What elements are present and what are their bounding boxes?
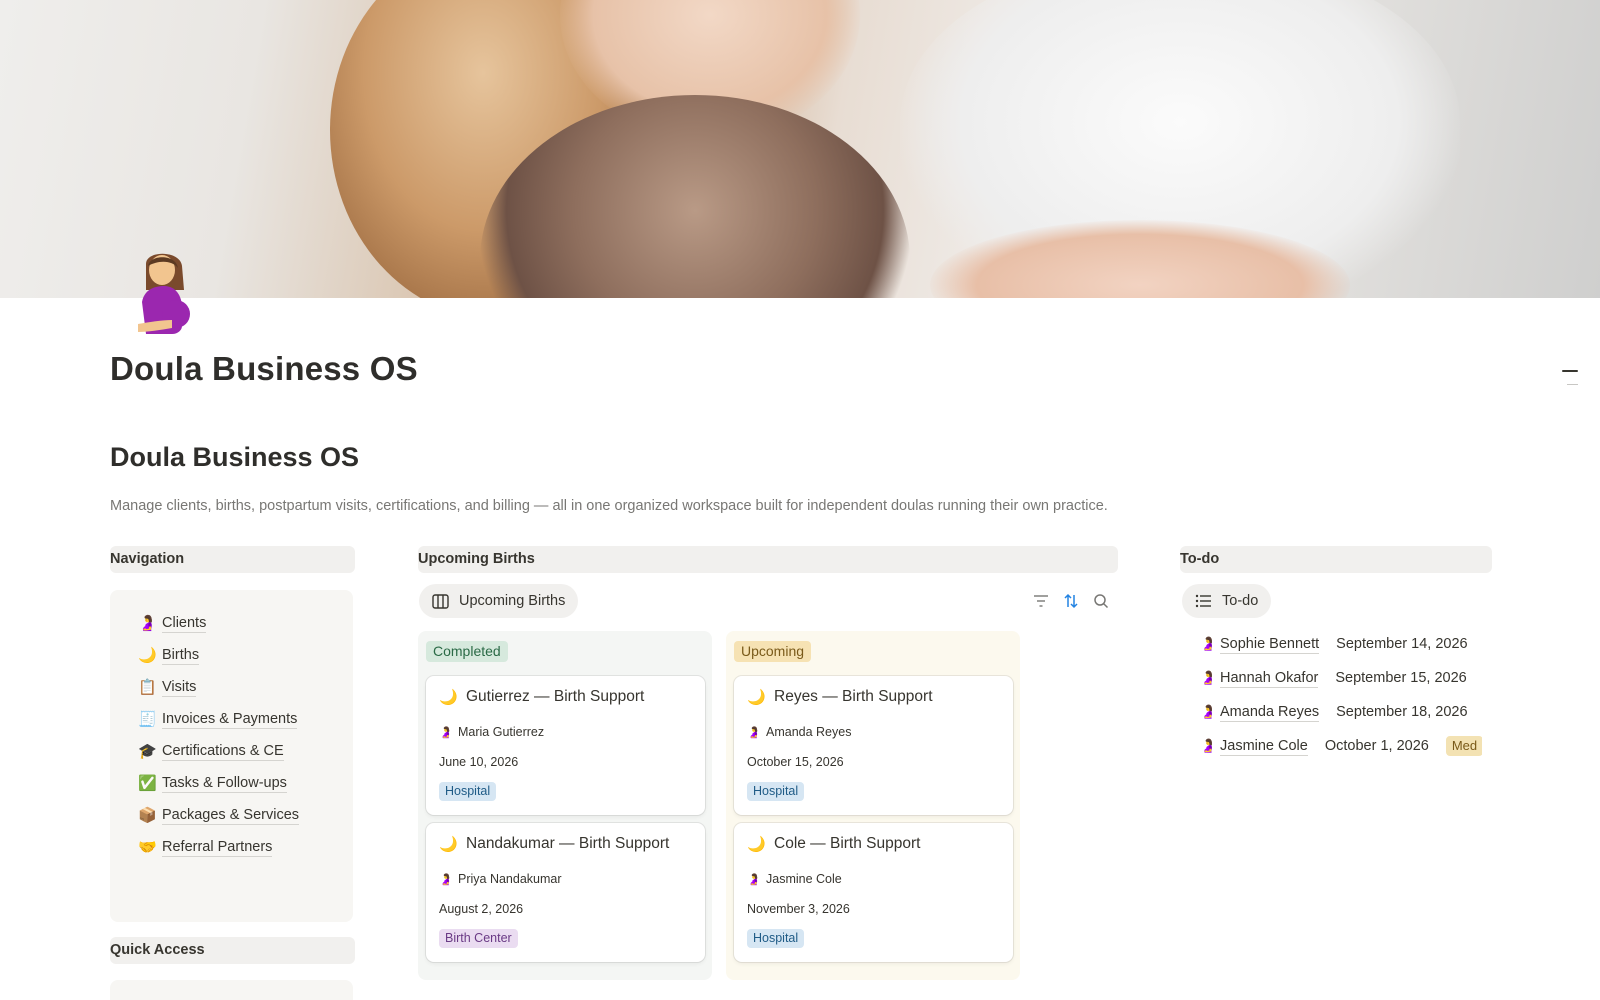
crescent-moon-icon: 🌙 <box>747 689 766 706</box>
receipt-icon: 🧾 <box>138 711 157 728</box>
pregnant-woman-icon: 🤰 <box>439 873 453 886</box>
location-tag: Hospital <box>747 782 805 801</box>
pregnant-woman-icon: 🤰 <box>1200 636 1217 651</box>
page-description: Manage clients, births, postpartum visit… <box>110 498 1108 514</box>
crescent-moon-icon: 🌙 <box>439 689 458 706</box>
card-date: August 2, 2026 <box>439 902 524 916</box>
card-client: Jasmine Cole <box>766 872 842 886</box>
nav-item-tasks-follow-ups[interactable]: ✅ Tasks & Follow-ups <box>138 772 287 794</box>
card-title: Reyes — Birth Support <box>774 688 933 705</box>
section-heading: Doula Business OS <box>110 442 360 472</box>
todo-list: 🤰 Sophie Bennett September 14, 2026 🤰 Ha… <box>1180 628 1482 788</box>
upcoming-births-view-tab[interactable]: Upcoming Births <box>419 584 579 618</box>
board-card[interactable]: 🌙 Reyes — Birth Support 🤰 Amanda Reyes O… <box>734 676 1013 815</box>
card-client: Priya Nandakumar <box>458 872 562 886</box>
clipboard-icon: 📋 <box>138 679 157 696</box>
card-title: Gutierrez — Birth Support <box>466 688 645 705</box>
crescent-moon-icon: 🌙 <box>138 647 157 664</box>
quick-access-callout <box>110 980 353 1000</box>
search-icon[interactable] <box>1092 592 1110 610</box>
nav-item-invoices-payments[interactable]: 🧾 Invoices & Payments <box>138 708 298 730</box>
nav-item-certifications-ce[interactable]: 🎓 Certifications & CE <box>138 740 284 762</box>
board-card[interactable]: 🌙 Gutierrez — Birth Support 🤰 Maria Guti… <box>426 676 705 815</box>
nav-item-packages-services[interactable]: 📦 Packages & Services <box>138 804 300 826</box>
pregnant-woman-icon: 🤰 <box>439 726 453 739</box>
list-item[interactable]: 🤰 Sophie Bennett September 14, 2026 <box>1200 633 1482 655</box>
pregnant-woman-icon: 🤰 <box>1200 704 1217 719</box>
card-date: October 15, 2026 <box>747 755 844 769</box>
crescent-moon-icon: 🌙 <box>439 836 458 853</box>
quick-access-header: Quick Access <box>110 937 355 964</box>
nav-item-visits[interactable]: 📋 Visits <box>138 676 197 698</box>
pregnant-woman-icon: 🤰 <box>1200 738 1217 753</box>
board-view-icon <box>432 593 449 609</box>
todo-header: To-do <box>1180 546 1492 573</box>
pregnant-woman-icon: 🤰 <box>138 615 157 632</box>
list-item[interactable]: 🤰 Amanda Reyes September 18, 2026 <box>1200 701 1482 723</box>
card-client: Amanda Reyes <box>766 725 852 739</box>
list-item[interactable]: 🤰 Hannah Okafor September 15, 2026 <box>1200 667 1482 689</box>
card-client: Maria Gutierrez <box>458 725 545 739</box>
todo-view-tab[interactable]: To-do <box>1182 584 1272 618</box>
crescent-moon-icon: 🌙 <box>747 836 766 853</box>
cover-image <box>0 0 1600 298</box>
pregnant-woman-icon[interactable] <box>132 246 194 338</box>
card-date: November 3, 2026 <box>747 902 850 916</box>
board-column-upcoming: Upcoming 🌙 Reyes — Birth Support 🤰 Amand… <box>726 631 1020 980</box>
handshake-icon: 🤝 <box>138 839 157 856</box>
filter-icon[interactable] <box>1032 592 1050 610</box>
check-mark-icon: ✅ <box>138 775 157 792</box>
navigation-header: Navigation <box>110 546 355 573</box>
board-column-completed: Completed 🌙 Gutierrez — Birth Support 🤰 … <box>418 631 712 980</box>
location-tag: Birth Center <box>439 929 518 948</box>
card-title: Nandakumar — Birth Support <box>466 835 670 852</box>
status-badge: Upcoming <box>734 641 812 662</box>
card-date: June 10, 2026 <box>439 755 519 769</box>
pregnant-woman-icon: 🤰 <box>747 726 761 739</box>
board-card[interactable]: 🌙 Nandakumar — Birth Support 🤰 Priya Nan… <box>426 823 705 962</box>
list-view-icon <box>1195 594 1212 608</box>
upcoming-births-header: Upcoming Births <box>418 546 1118 573</box>
card-title: Cole — Birth Support <box>774 835 921 852</box>
package-icon: 📦 <box>138 807 157 824</box>
location-tag: Hospital <box>439 782 497 801</box>
nav-item-clients[interactable]: 🤰 Clients <box>138 612 207 634</box>
sort-icon[interactable] <box>1062 592 1080 610</box>
status-badge: Completed <box>426 641 508 662</box>
navigation-callout: 🤰 Clients 🌙 Births 📋 Visits 🧾 Invoices &… <box>110 590 353 922</box>
board-card[interactable]: 🌙 Cole — Birth Support 🤰 Jasmine Cole No… <box>734 823 1013 962</box>
pregnant-woman-icon: 🤰 <box>1200 670 1217 685</box>
pregnant-woman-icon: 🤰 <box>747 873 761 886</box>
list-item[interactable]: 🤰 Jasmine Cole October 1, 2026 Med <box>1200 735 1482 757</box>
nav-item-referral-partners[interactable]: 🤝 Referral Partners <box>138 836 273 858</box>
location-tag: Hospital <box>747 929 805 948</box>
page-title: Doula Business OS <box>110 350 418 387</box>
nav-item-births[interactable]: 🌙 Births <box>138 644 200 666</box>
table-of-contents-button[interactable] <box>1560 366 1580 386</box>
priority-tag: Med <box>1445 736 1482 756</box>
graduation-cap-icon: 🎓 <box>138 743 157 760</box>
